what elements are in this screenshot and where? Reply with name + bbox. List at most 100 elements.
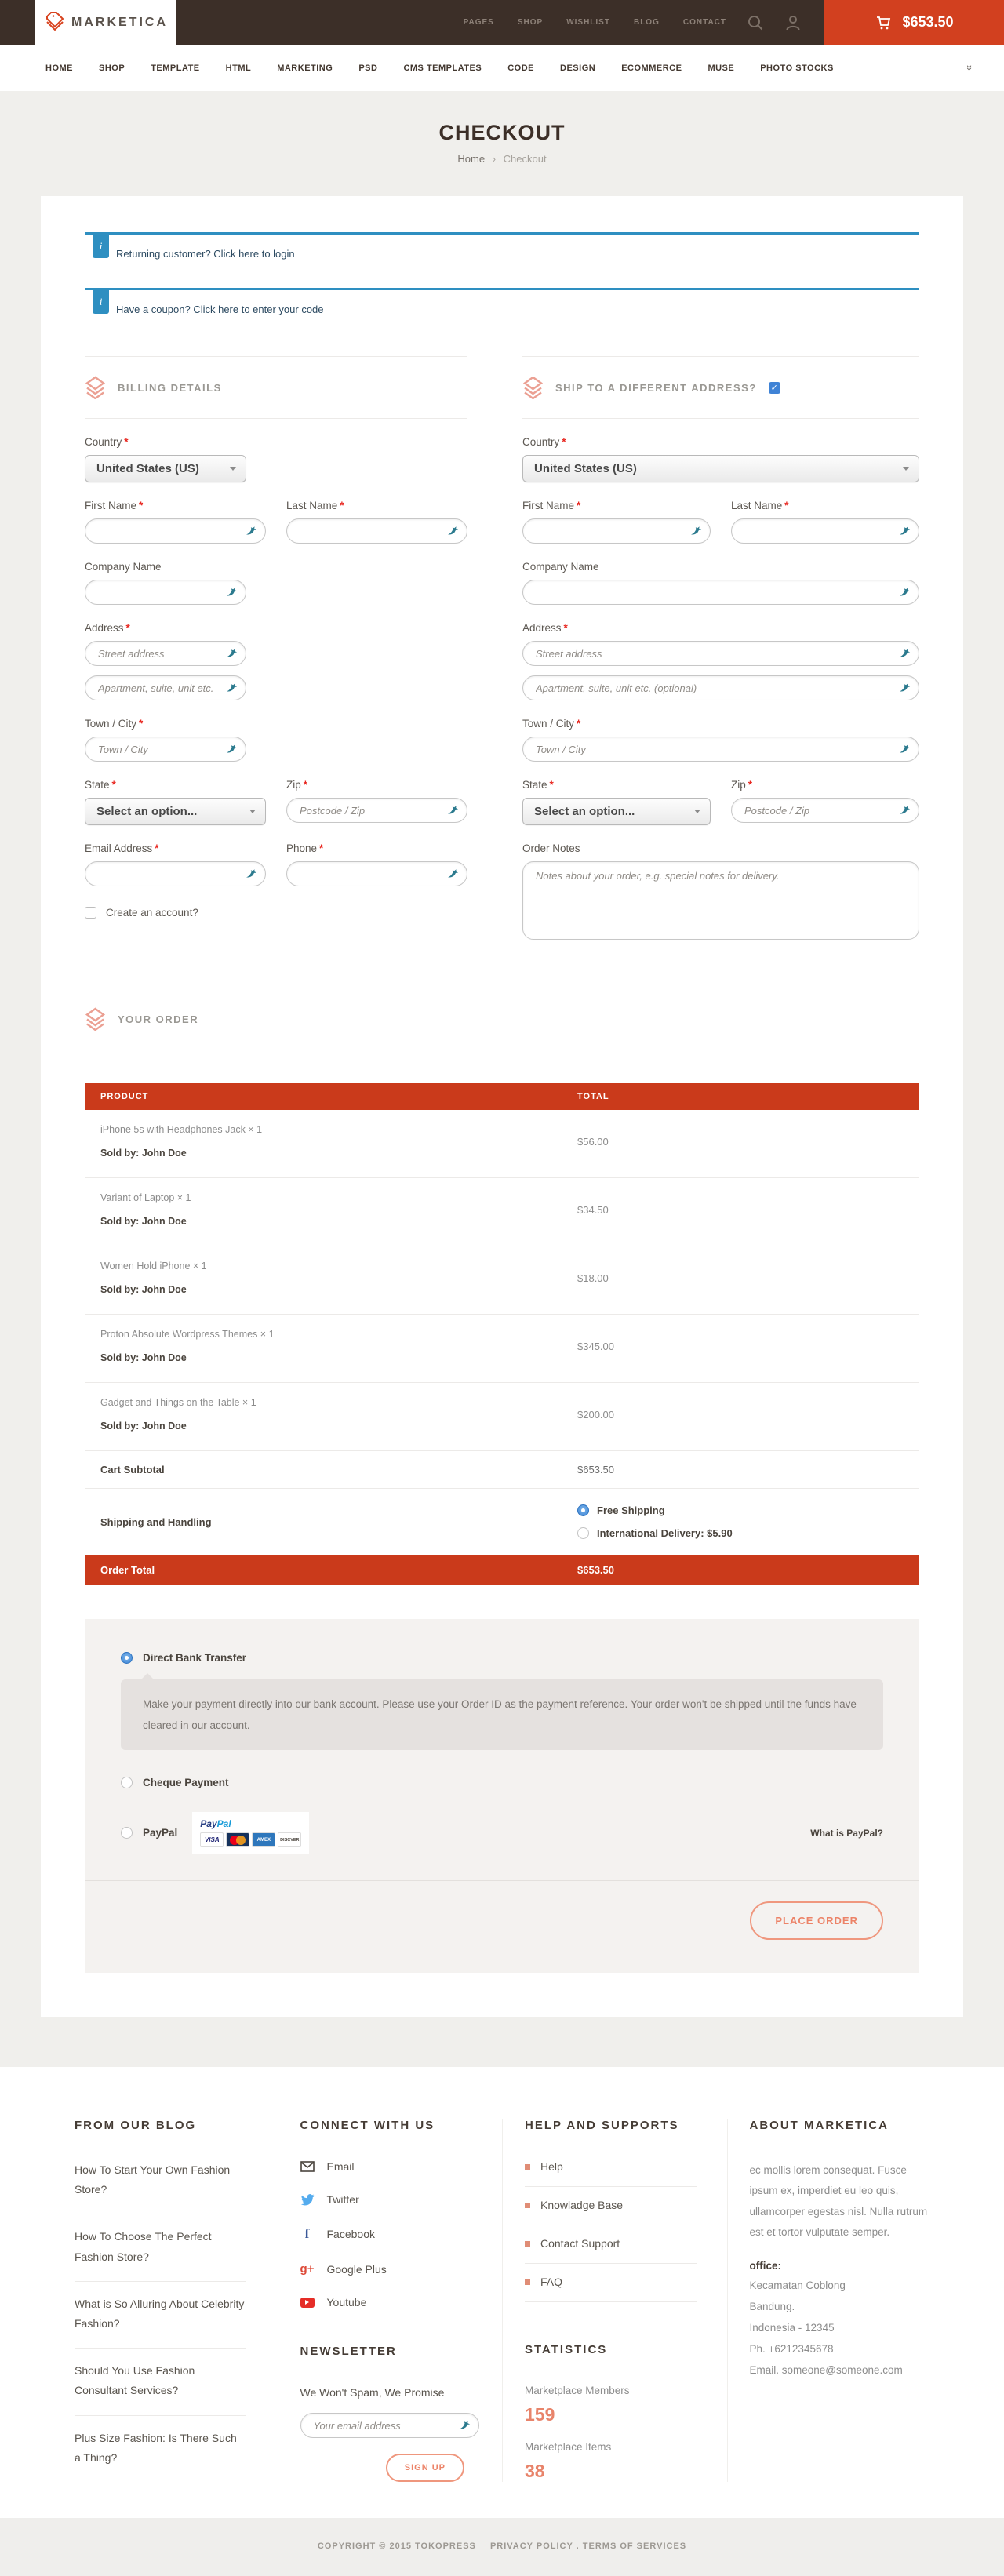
billing-street-address-input[interactable]: [85, 641, 246, 666]
top-nav-blog[interactable]: BLOG: [634, 18, 660, 27]
bullet-icon: [525, 2241, 530, 2247]
billing-town-input[interactable]: [85, 737, 246, 762]
ship-different-address-checkbox[interactable]: ✓: [769, 382, 780, 394]
menu-ecommerce[interactable]: ECOMMERCE: [621, 64, 682, 73]
blog-link[interactable]: How To Choose The Perfect Fashion Store?: [75, 2214, 246, 2281]
page-title: CHECKOUT: [0, 121, 1004, 145]
menu-code[interactable]: CODE: [507, 64, 534, 73]
facebook-link[interactable]: f Facebook: [300, 2226, 481, 2242]
billing-phone-input[interactable]: [286, 861, 467, 886]
blog-link[interactable]: What is So Alluring About Celebrity Fash…: [75, 2282, 246, 2349]
shipping-country-select[interactable]: United States (US): [522, 455, 919, 482]
user-icon[interactable]: [784, 0, 802, 45]
help-link[interactable]: Help: [525, 2160, 697, 2187]
free-shipping-radio[interactable]: [577, 1504, 589, 1516]
notice-text: Have a coupon?: [116, 304, 191, 315]
address-label: Address*: [522, 622, 919, 634]
order-total-row: Order Total $653.50: [85, 1555, 919, 1585]
menu-home[interactable]: HOME: [45, 64, 73, 73]
menu-template[interactable]: TEMPLATE: [151, 64, 199, 73]
copyright-text: COPYRIGHT © 2015 TOKOPRESS: [318, 2541, 476, 2551]
international-delivery-label: International Delivery: $5.90: [597, 1527, 733, 1539]
paypal-radio[interactable]: [121, 1827, 133, 1839]
billing-state-select[interactable]: Select an option...: [85, 798, 266, 825]
menu-photo-stocks[interactable]: PHOTO STOCKS: [760, 64, 834, 73]
dashlane-icon: [459, 2419, 471, 2432]
shipping-first-name-input[interactable]: [522, 518, 711, 544]
newsletter-tagline: We Won't Spam, We Promise: [300, 2386, 481, 2399]
state-label: State*: [522, 779, 711, 791]
breadcrumb-separator: ›: [493, 153, 496, 165]
blog-link[interactable]: Plus Size Fashion: Is There Such a Thing…: [75, 2416, 246, 2482]
email-link[interactable]: Email: [300, 2160, 481, 2173]
cheque-payment-radio[interactable]: [121, 1777, 133, 1788]
menu-cms-templates[interactable]: CMS TEMPLATES: [403, 64, 482, 73]
stat-value: 159: [525, 2404, 705, 2425]
menu-marketing[interactable]: MARKETING: [277, 64, 333, 73]
cart-total: $653.50: [902, 14, 953, 31]
what-is-paypal-link[interactable]: What is PayPal?: [810, 1828, 883, 1839]
shipping-state-select[interactable]: Select an option...: [522, 798, 711, 825]
breadcrumb-home[interactable]: Home: [457, 153, 485, 165]
contact-support-link[interactable]: Contact Support: [525, 2225, 697, 2264]
checkout-card: i Returning customer? Click here to logi…: [41, 196, 963, 2017]
billing-company-input[interactable]: [85, 580, 246, 605]
knowledge-base-link[interactable]: Knowladge Base: [525, 2187, 697, 2225]
menu-shop[interactable]: SHOP: [99, 64, 125, 73]
logo[interactable]: MARKETICA: [35, 0, 176, 45]
blog-link[interactable]: Should You Use Fashion Consultant Servic…: [75, 2349, 246, 2415]
twitter-icon: [300, 2194, 315, 2206]
menu-muse[interactable]: MUSE: [708, 64, 734, 73]
top-nav-shop[interactable]: SHOP: [518, 18, 543, 27]
place-order-button[interactable]: PLACE ORDER: [750, 1901, 883, 1940]
top-nav-pages[interactable]: PAGES: [464, 18, 494, 27]
brand-name: MARKETICA: [71, 16, 168, 30]
cart-icon: [874, 13, 893, 32]
billing-last-name-input[interactable]: [286, 518, 467, 544]
top-nav-wishlist[interactable]: WISHLIST: [566, 18, 610, 27]
col-product: PRODUCT: [85, 1092, 577, 1101]
create-account-checkbox[interactable]: [85, 907, 96, 919]
cart-button[interactable]: $653.50: [824, 0, 1004, 45]
address-lines: Kecamatan Coblong Bandung. Indonesia - 1…: [750, 2275, 930, 2381]
billing-email-input[interactable]: [85, 861, 266, 886]
order-notes-textarea[interactable]: [522, 861, 919, 940]
google-plus-link[interactable]: g+ Google Plus: [300, 2262, 481, 2276]
billing-first-name-input[interactable]: [85, 518, 266, 544]
youtube-link[interactable]: Youtube: [300, 2296, 481, 2309]
shipping-town-input[interactable]: [522, 737, 919, 762]
international-delivery-radio[interactable]: [577, 1527, 589, 1539]
shipping-address2-input[interactable]: [522, 675, 919, 700]
double-chevron-down-icon[interactable]: »: [964, 65, 976, 71]
coupon-link[interactable]: Click here to enter your code: [193, 304, 323, 315]
billing-address2-input[interactable]: [85, 675, 246, 700]
select-arrow-icon: [694, 810, 700, 813]
order-table: PRODUCT TOTAL iPhone 5s with Headphones …: [85, 1083, 919, 1585]
menu-psd[interactable]: PSD: [358, 64, 377, 73]
shipping-zip-input[interactable]: [731, 798, 919, 823]
first-name-label: First Name*: [522, 500, 711, 511]
table-row: Proton Absolute Wordpress Themes × 1Sold…: [85, 1315, 919, 1383]
shipping-company-input[interactable]: [522, 580, 919, 605]
search-icon[interactable]: [747, 0, 764, 45]
newsletter-email-input[interactable]: [300, 2413, 479, 2438]
menu-design[interactable]: DESIGN: [560, 64, 595, 73]
blog-link[interactable]: How To Start Your Own Fashion Store?: [75, 2160, 246, 2214]
menu-html[interactable]: HTML: [226, 64, 252, 73]
shipping-last-name-input[interactable]: [731, 518, 919, 544]
divider: [85, 1880, 919, 1881]
login-link[interactable]: Click here to login: [213, 248, 294, 260]
dashlane-icon: [226, 682, 238, 694]
dashlane-icon: [899, 743, 911, 755]
billing-zip-input[interactable]: [286, 798, 467, 823]
billing-section: BILLING DETAILS Country* United States (…: [85, 356, 467, 944]
twitter-link[interactable]: Twitter: [300, 2193, 481, 2206]
top-nav-contact[interactable]: CONTACT: [683, 18, 726, 27]
shipping-street-address-input[interactable]: [522, 641, 919, 666]
direct-bank-transfer-radio[interactable]: [121, 1652, 133, 1664]
dashlane-icon: [447, 525, 460, 537]
legal-links[interactable]: PRIVACY POLICY . TERMS OF SERVICES: [490, 2541, 686, 2551]
sign-up-button[interactable]: SIGN UP: [386, 2454, 464, 2482]
faq-link[interactable]: FAQ: [525, 2264, 697, 2302]
billing-country-select[interactable]: United States (US): [85, 455, 246, 482]
